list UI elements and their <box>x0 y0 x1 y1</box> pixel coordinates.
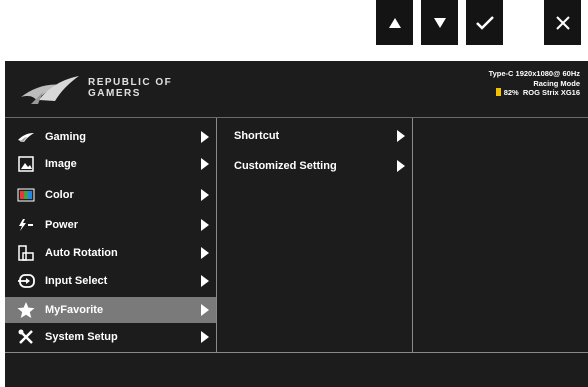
up-arrow-button[interactable] <box>376 0 413 45</box>
osd-header: REPUBLIC OF GAMERS Type-C 1920x1080@ 60H… <box>5 61 588 118</box>
detail-panel <box>413 118 588 352</box>
input-select-icon <box>17 272 35 290</box>
close-button[interactable] <box>544 0 581 45</box>
rog-logo-icon <box>21 76 79 104</box>
checkmark-icon <box>475 15 494 30</box>
triangle-up-icon <box>388 17 401 28</box>
chevron-right-icon <box>397 130 405 142</box>
brand-text: REPUBLIC OF GAMERS <box>88 77 172 99</box>
menu-item-input-select[interactable]: Input Select <box>5 268 216 294</box>
down-arrow-button[interactable] <box>421 0 458 45</box>
menu-item-image[interactable]: Image <box>5 151 216 177</box>
menu-item-label: Auto Rotation <box>45 247 118 259</box>
battery-icon <box>495 88 501 96</box>
chevron-right-icon <box>201 158 209 170</box>
osd-panel: REPUBLIC OF GAMERS Type-C 1920x1080@ 60H… <box>5 61 588 387</box>
chevron-right-icon <box>201 304 209 316</box>
menu-item-label: Power <box>45 219 79 231</box>
confirm-button[interactable] <box>466 0 503 45</box>
brand-line-1: REPUBLIC OF <box>88 77 173 88</box>
submenu-item-label: Shortcut <box>234 130 280 142</box>
chevron-right-icon <box>201 275 209 287</box>
power-plug-icon <box>17 216 35 234</box>
menu-item-gaming[interactable]: Gaming <box>5 124 216 150</box>
submenu-item-customized-setting[interactable]: Customized Setting <box>217 153 412 179</box>
menu-item-label: Image <box>45 158 77 170</box>
submenu-item-label: Customized Setting <box>234 160 337 172</box>
battery-model-line: 82% ROG Strix XG16 <box>489 88 580 98</box>
mode-text: Racing Mode <box>533 78 580 88</box>
color-palette-icon <box>17 186 35 204</box>
model-name: ROG Strix XG16 <box>522 88 580 97</box>
triangle-down-icon <box>433 17 446 28</box>
menu-item-system-setup[interactable]: System Setup <box>5 324 216 350</box>
menu-item-label: System Setup <box>45 331 118 343</box>
main-menu: Gaming Image Color Power Auto Rotation I… <box>5 124 216 352</box>
menu-item-power[interactable]: Power <box>5 212 216 238</box>
menu-item-label: Gaming <box>45 131 86 143</box>
wrench-screwdriver-icon <box>17 328 35 346</box>
close-icon <box>555 15 570 30</box>
chevron-right-icon <box>201 247 209 259</box>
rog-eye-icon <box>17 128 35 146</box>
auto-rotation-icon <box>17 244 35 262</box>
battery-percent: 82% <box>503 88 519 97</box>
menu-item-myfavorite[interactable]: MyFavorite <box>5 297 216 323</box>
menu-item-auto-rotation[interactable]: Auto Rotation <box>5 240 216 266</box>
image-icon <box>17 155 35 173</box>
chevron-right-icon <box>201 131 209 143</box>
chevron-right-icon <box>201 219 209 231</box>
menu-item-color[interactable]: Color <box>5 182 216 208</box>
footer-area <box>5 353 588 387</box>
chevron-right-icon <box>397 160 405 172</box>
menu-item-label: MyFavorite <box>45 304 104 316</box>
menu-item-label: Input Select <box>45 275 108 287</box>
input-signal-text: Type-C 1920x1080@ 60Hz <box>488 69 580 78</box>
menu-item-label: Color <box>45 189 74 201</box>
status-info: Type-C 1920x1080@ 60Hz Racing Mode 82% R… <box>489 69 580 98</box>
star-icon <box>17 301 35 319</box>
chevron-right-icon <box>201 189 209 201</box>
brand-line-2: GAMERS <box>88 88 141 99</box>
chevron-right-icon <box>201 331 209 343</box>
submenu-item-shortcut[interactable]: Shortcut <box>217 123 412 149</box>
